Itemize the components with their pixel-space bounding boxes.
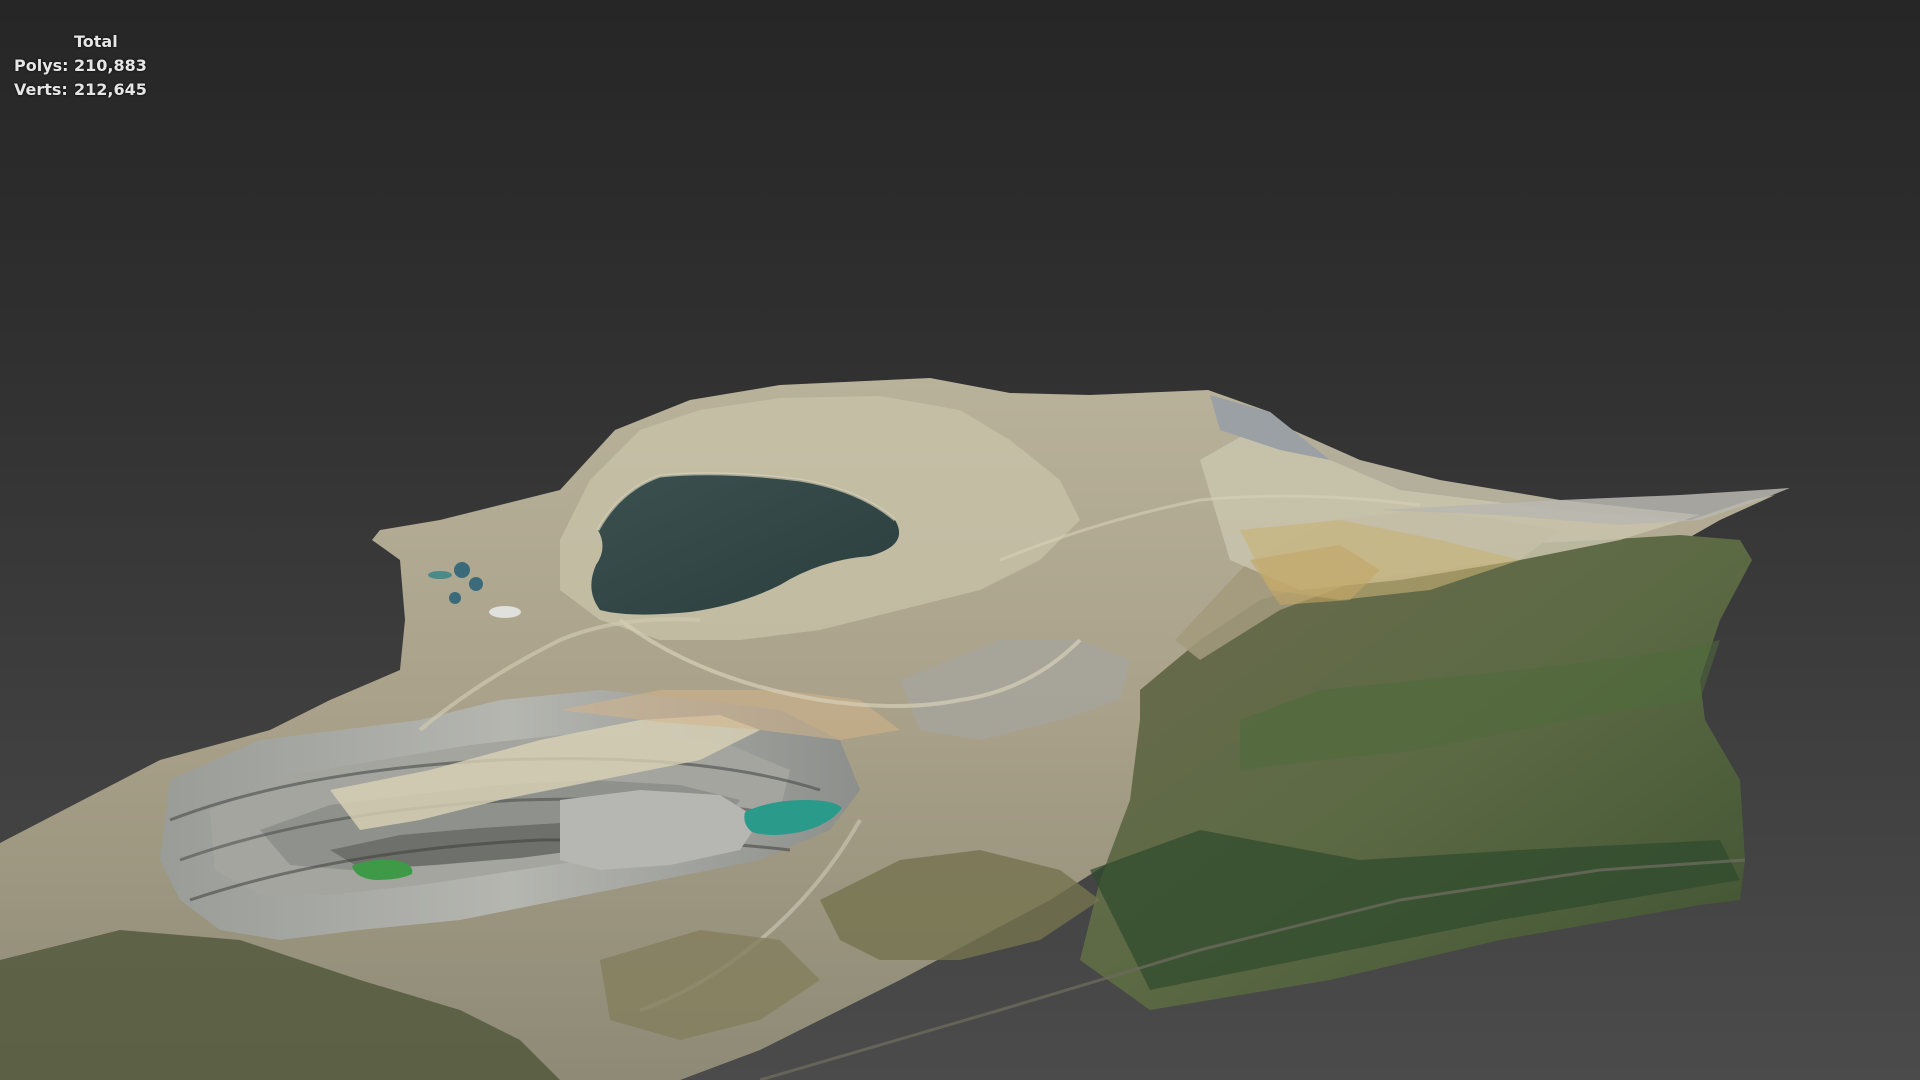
verts-value: 212,645	[74, 80, 147, 99]
stats-polys-row: Polys: 210,883	[14, 54, 147, 78]
polys-value: 210,883	[74, 56, 147, 75]
polys-label: Polys:	[14, 56, 69, 75]
stats-verts-row: Verts: 212,645	[14, 78, 147, 102]
stats-header-row: Total	[14, 30, 147, 54]
3d-viewport[interactable]: Total Polys: 210,883 Verts: 212,645	[0, 0, 1920, 1080]
verts-label: Verts:	[14, 80, 68, 99]
terrain-mesh[interactable]	[0, 0, 1920, 1080]
viewport-statistics: Total Polys: 210,883 Verts: 212,645	[14, 30, 147, 102]
stats-header: Total	[74, 32, 118, 51]
